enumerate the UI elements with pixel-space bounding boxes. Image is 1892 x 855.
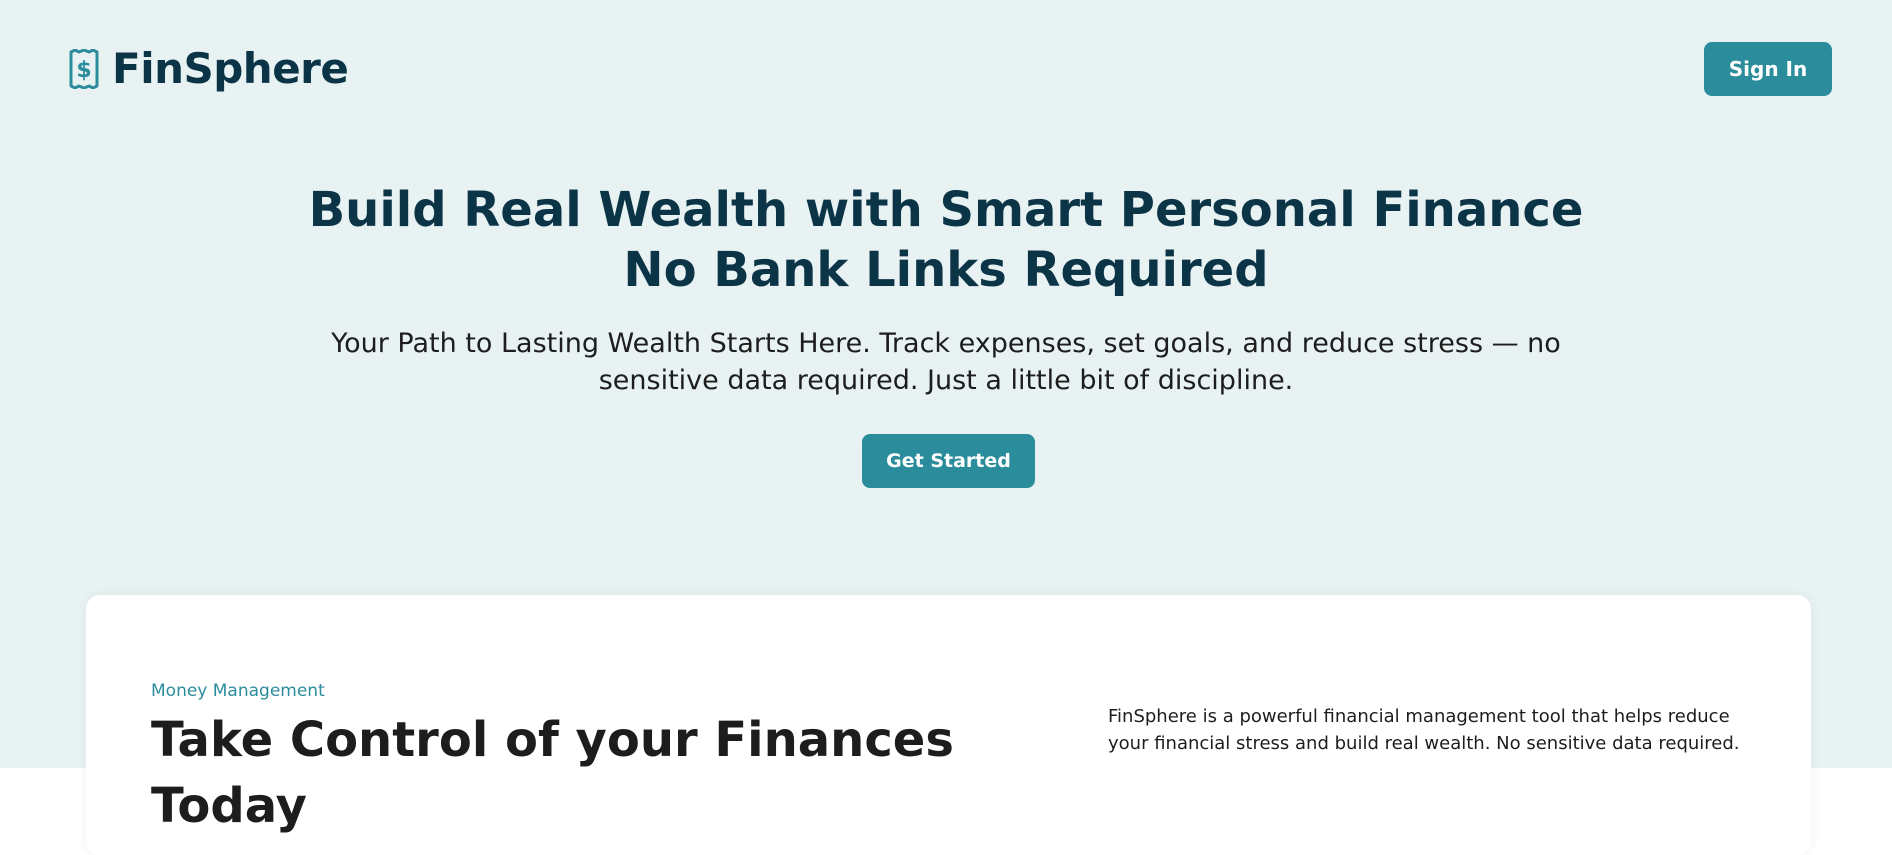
feature-eyebrow: Money Management xyxy=(151,681,325,701)
hero-subtitle: Your Path to Lasting Wealth Starts Here.… xyxy=(331,328,1561,396)
get-started-button[interactable]: Get Started xyxy=(862,434,1035,488)
headline-line-1: Build Real Wealth with Smart Personal Fi… xyxy=(308,182,1584,238)
feature-description: FinSphere is a powerful financial manage… xyxy=(1108,706,1740,754)
brand-name: FinSphere xyxy=(112,44,349,93)
sign-in-button[interactable]: Sign In xyxy=(1704,42,1832,96)
feature-title: Take Control of your Finances Today xyxy=(151,712,954,834)
brand-logo[interactable]: $ FinSphere xyxy=(68,44,349,93)
hero-headline: Build Real Wealth with Smart Personal Fi… xyxy=(196,180,1696,300)
svg-text:$: $ xyxy=(76,58,91,83)
feature-card: Money Management Take Control of your Fi… xyxy=(86,595,1811,855)
receipt-dollar-icon: $ xyxy=(69,48,99,89)
headline-line-2: No Bank Links Required xyxy=(623,242,1269,298)
